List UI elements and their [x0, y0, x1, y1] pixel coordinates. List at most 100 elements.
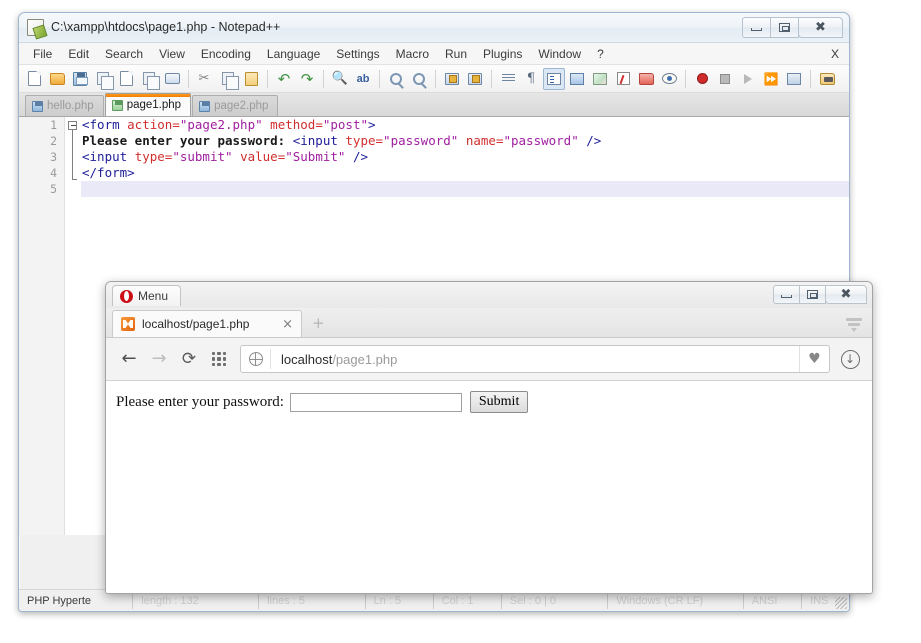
tab-label: hello.php [47, 100, 94, 112]
toolbar-separator [267, 70, 268, 88]
indent-guide-icon[interactable] [543, 68, 565, 90]
word-wrap-icon[interactable] [497, 68, 519, 90]
ui-doc-icon[interactable] [566, 68, 588, 90]
restore-button[interactable] [770, 17, 799, 38]
tab-page1-php[interactable]: page1.php [105, 93, 191, 116]
macro-fast-play-icon[interactable]: ⏩ [760, 68, 782, 90]
save-all-icon[interactable] [92, 68, 114, 90]
menu-window[interactable]: Window [530, 45, 589, 63]
save-icon[interactable] [69, 68, 91, 90]
restore-button[interactable] [799, 285, 826, 304]
code-token: "password" [503, 133, 578, 148]
speed-dial-button[interactable] [204, 344, 234, 374]
line-number: 3 [19, 149, 64, 165]
opera-title-bar[interactable]: Menu ✖ [106, 282, 872, 308]
paste-icon[interactable] [240, 68, 262, 90]
find-icon[interactable]: 🔍 [329, 68, 351, 90]
minimize-button[interactable] [773, 285, 800, 304]
close-all-icon[interactable] [138, 68, 160, 90]
password-input[interactable] [290, 393, 462, 412]
toolbar-separator [435, 70, 436, 88]
menu-edit[interactable]: Edit [60, 45, 97, 63]
edit-pen-icon[interactable] [612, 68, 634, 90]
screen: C:\xampp\htdocs\page1.php - Notepad++ ✖ … [0, 0, 921, 643]
address-bar[interactable]: localhost/page1.php ♥ [240, 345, 830, 373]
minimize-button[interactable] [742, 17, 771, 38]
code-folding-column[interactable] [65, 117, 81, 535]
cut-icon[interactable]: ✂ [194, 68, 216, 90]
print-icon[interactable] [161, 68, 183, 90]
new-file-icon[interactable] [23, 68, 45, 90]
site-identity-button[interactable] [241, 349, 271, 369]
code-token: Please enter your password: [82, 133, 293, 148]
run-icon[interactable] [816, 68, 838, 90]
url-text[interactable]: localhost/page1.php [271, 352, 799, 367]
status-selection: Sel : 0 | 0 [502, 593, 609, 609]
speed-dial-icon [212, 352, 226, 366]
saved-file-icon [199, 101, 210, 112]
reload-button[interactable]: ⟳ [174, 344, 204, 374]
close-tab-icon[interactable]: × [282, 317, 293, 332]
opera-window-controls: ✖ [774, 285, 867, 304]
url-path: /page1.php [332, 352, 397, 367]
forward-button[interactable]: → [144, 344, 174, 374]
zoom-out-icon[interactable] [408, 68, 430, 90]
sync-horizontal-icon[interactable] [464, 68, 486, 90]
open-file-icon[interactable] [46, 68, 68, 90]
menu-help[interactable]: ? [589, 45, 612, 63]
document-map-icon[interactable] [589, 68, 611, 90]
password-label: Please enter your password: [116, 394, 284, 411]
toolbar-separator [323, 70, 324, 88]
preview-eye-icon[interactable] [658, 68, 680, 90]
macro-stop-icon[interactable] [714, 68, 736, 90]
menu-encoding[interactable]: Encoding [193, 45, 259, 63]
zoom-in-icon[interactable] [385, 68, 407, 90]
menu-run[interactable]: Run [437, 45, 475, 63]
copy-icon[interactable] [217, 68, 239, 90]
close-file-icon[interactable] [115, 68, 137, 90]
bookmark-heart-icon[interactable]: ♥ [799, 346, 829, 372]
macro-play-icon[interactable] [737, 68, 759, 90]
close-document-button[interactable]: X [831, 47, 839, 61]
replace-icon[interactable]: ab [352, 68, 374, 90]
menu-view[interactable]: View [151, 45, 193, 63]
menu-language[interactable]: Language [259, 45, 328, 63]
redo-icon[interactable]: ↷ [296, 68, 318, 90]
menu-macro[interactable]: Macro [388, 45, 437, 63]
status-length: length : 132 [133, 593, 259, 609]
folder-red-icon[interactable] [635, 68, 657, 90]
line-number-gutter: 1 2 3 4 5 [19, 117, 65, 535]
tab-page2-php[interactable]: page2.php [192, 95, 278, 116]
sync-vertical-icon[interactable] [441, 68, 463, 90]
back-arrow-icon: ← [121, 350, 136, 368]
opera-navigation-bar: ← → ⟳ localhost/page1.php ♥ ↓ [106, 338, 872, 381]
back-button[interactable]: ← [114, 344, 144, 374]
macro-record-icon[interactable] [691, 68, 713, 90]
tab-hello-php[interactable]: hello.php [25, 95, 104, 116]
menu-search[interactable]: Search [97, 45, 151, 63]
browser-tab-localhost-page1[interactable]: localhost/page1.php × [112, 310, 302, 337]
menu-file[interactable]: File [25, 45, 60, 63]
opera-tab-strip: localhost/page1.php × + [106, 308, 872, 338]
notepad-tab-bar: hello.php page1.php page2.php [19, 93, 849, 117]
macro-list-icon[interactable] [783, 68, 805, 90]
undo-icon[interactable]: ↶ [273, 68, 295, 90]
status-encoding: ANSI [744, 593, 802, 609]
tab-menu-icon[interactable] [846, 318, 862, 332]
downloads-button[interactable]: ↓ [836, 345, 864, 373]
close-button[interactable]: ✖ [798, 17, 843, 38]
fold-toggle-icon[interactable] [68, 121, 77, 130]
url-host: localhost [281, 352, 332, 367]
code-token: "page2.php" [180, 117, 263, 132]
notepad-window-title: C:\xampp\htdocs\page1.php - Notepad++ [51, 20, 280, 34]
opera-menu-button[interactable]: Menu [112, 285, 181, 306]
resize-grip-icon[interactable] [835, 597, 847, 609]
show-symbols-icon[interactable]: ¶ [520, 68, 542, 90]
notepad-title-bar[interactable]: C:\xampp\htdocs\page1.php - Notepad++ ✖ [19, 13, 849, 43]
menu-settings[interactable]: Settings [328, 45, 387, 63]
code-line-3: <input type="submit" value="Submit" /> [81, 149, 849, 165]
new-tab-button[interactable]: + [312, 316, 325, 331]
menu-plugins[interactable]: Plugins [475, 45, 530, 63]
close-button[interactable]: ✖ [825, 285, 867, 304]
submit-button[interactable]: Submit [470, 391, 528, 413]
